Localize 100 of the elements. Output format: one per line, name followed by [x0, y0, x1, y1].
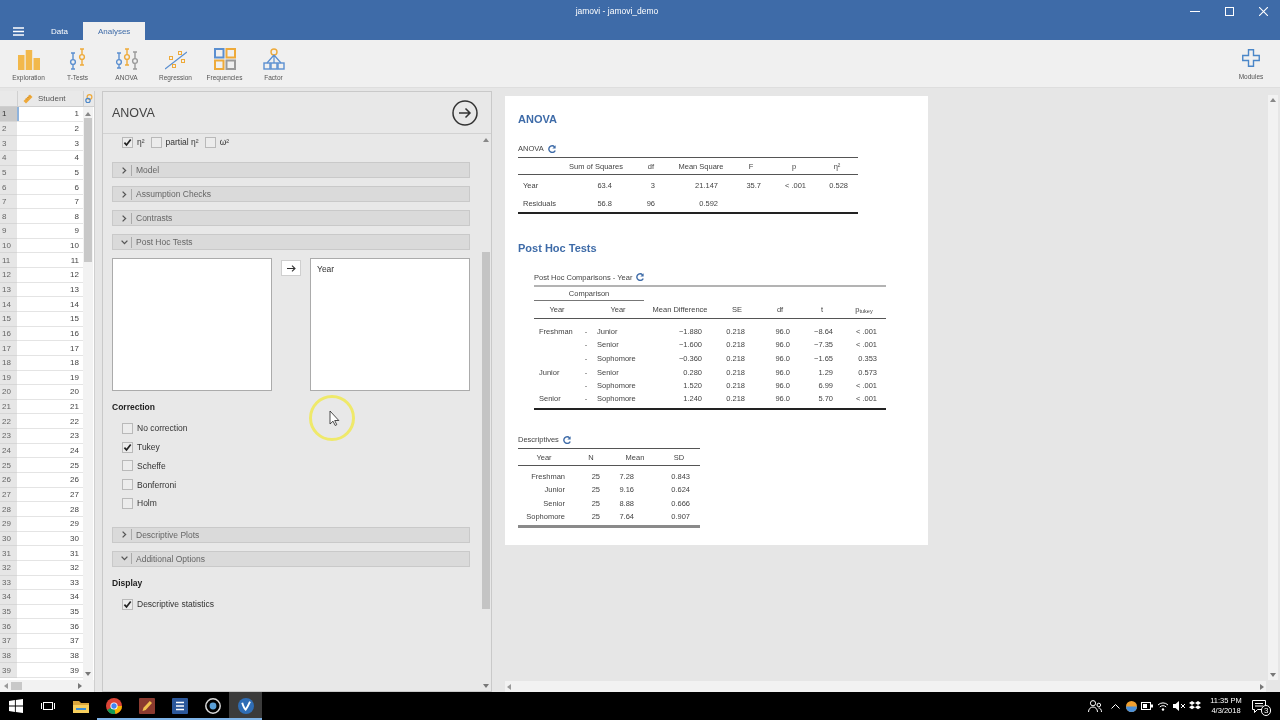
- checkbox[interactable]: [122, 479, 133, 491]
- checkbox[interactable]: [122, 598, 133, 610]
- vertical-scrollbar[interactable]: [83, 107, 93, 680]
- notification-button[interactable]: 3: [1244, 692, 1274, 720]
- window-title: jamovi - jamovi_demo: [575, 6, 659, 16]
- caret-up-icon[interactable]: [1110, 703, 1120, 709]
- scroll-right-icon[interactable]: [78, 683, 82, 689]
- speaker-muted-icon[interactable]: [1173, 701, 1185, 711]
- checkbox[interactable]: [122, 422, 133, 434]
- row-number[interactable]: 14: [0, 297, 17, 312]
- row-number[interactable]: 25: [0, 458, 17, 473]
- checkbox[interactable]: [150, 136, 162, 148]
- row-number[interactable]: 9: [0, 224, 17, 239]
- scatter-line-icon: [164, 48, 187, 70]
- color-ball-icon[interactable]: [1125, 700, 1137, 712]
- row-number[interactable]: 39: [0, 663, 17, 678]
- diamond-logo-icon[interactable]: [1189, 701, 1201, 711]
- checkbox[interactable]: [122, 136, 133, 148]
- group-heading: Correction: [112, 402, 155, 413]
- row-number[interactable]: 12: [0, 268, 17, 283]
- document-icon: [171, 698, 188, 714]
- error-bars-icon: [115, 48, 138, 70]
- row-number[interactable]: 20: [0, 385, 17, 400]
- row-number[interactable]: 23: [0, 429, 17, 444]
- scroll-up-icon[interactable]: [1270, 98, 1276, 102]
- close-icon: [1258, 6, 1268, 16]
- people-icon[interactable]: [1087, 700, 1102, 712]
- scroll-up-icon[interactable]: [483, 138, 489, 142]
- scroll-up-icon[interactable]: [85, 112, 91, 116]
- row-number[interactable]: 26: [0, 473, 17, 488]
- section-header[interactable]: Assumption Checks: [112, 186, 470, 202]
- results-heading: ANOVA: [518, 113, 557, 126]
- plus-icon: [1242, 49, 1260, 67]
- tree-icon: [262, 48, 285, 70]
- horizontal-scrollbar[interactable]: [0, 680, 94, 692]
- section-header[interactable]: Additional Options: [112, 550, 470, 567]
- refresh-icon: [562, 435, 571, 444]
- taskbar-app[interactable]: [229, 692, 262, 720]
- scroll-left-icon[interactable]: [4, 683, 8, 689]
- bar-chart-icon: [17, 48, 40, 70]
- checkbox[interactable]: [204, 136, 216, 148]
- arrow-circle-icon[interactable]: [452, 99, 478, 126]
- start-icon: [8, 699, 23, 713]
- option-label: Bonferroni: [137, 479, 177, 490]
- refresh-icon: [636, 273, 645, 281]
- scroll-thumb[interactable]: [482, 252, 490, 609]
- tab[interactable]: Data: [36, 22, 83, 40]
- checkbox[interactable]: [122, 497, 133, 509]
- row-number[interactable]: 28: [0, 502, 17, 517]
- row-number[interactable]: 11: [0, 253, 17, 269]
- scroll-left-icon[interactable]: [507, 683, 511, 690]
- row-number[interactable]: 22: [0, 414, 17, 430]
- menu-icon: [12, 26, 24, 36]
- scroll-right-icon[interactable]: [1260, 683, 1264, 690]
- section-header[interactable]: Model: [112, 162, 470, 178]
- option-label: partial η²: [165, 137, 199, 147]
- option-label: Holm: [137, 498, 157, 509]
- section-header[interactable]: Descriptive Plots: [112, 526, 470, 543]
- battery-icon[interactable]: [1141, 702, 1153, 710]
- row-number[interactable]: 3: [0, 136, 17, 151]
- option-label: Tukey: [137, 442, 160, 453]
- row-number[interactable]: 31: [0, 546, 17, 561]
- scroll-down-icon[interactable]: [1270, 673, 1276, 677]
- swoosh-logo-icon: [237, 698, 254, 714]
- row-number[interactable]: 36: [0, 619, 17, 635]
- checkbox[interactable]: [122, 460, 133, 472]
- scroll-thumb[interactable]: [84, 118, 92, 262]
- vertical-scrollbar[interactable]: [1268, 95, 1278, 680]
- variable-list[interactable]: Year: [310, 258, 470, 391]
- tab[interactable]: Analyses: [82, 22, 146, 40]
- row-number[interactable]: 8: [0, 209, 17, 225]
- row-number[interactable]: 1: [0, 107, 17, 122]
- maximize-icon: [1224, 6, 1234, 16]
- refresh-icon: [547, 144, 556, 153]
- mouse-pointer-icon: [309, 395, 355, 441]
- section-header[interactable]: Post Hoc Tests: [112, 234, 470, 250]
- wifi-icon[interactable]: [1157, 701, 1169, 711]
- row-number[interactable]: 34: [0, 590, 17, 605]
- column-header[interactable]: [83, 91, 94, 106]
- folder-icon: [72, 699, 89, 713]
- move-button[interactable]: [281, 260, 301, 276]
- scroll-down-icon[interactable]: [85, 672, 91, 676]
- row-number[interactable]: 37: [0, 634, 17, 649]
- scroll-down-icon[interactable]: [483, 684, 489, 688]
- minimize-icon: [1190, 10, 1200, 12]
- circles-icon: [85, 94, 94, 103]
- scroll-thumb[interactable]: [11, 682, 22, 690]
- panel-title: ANOVA: [112, 105, 155, 120]
- checkbox[interactable]: [122, 441, 133, 453]
- option-label: η²: [137, 137, 145, 147]
- section-header[interactable]: Contrasts: [112, 210, 470, 226]
- horizontal-scrollbar[interactable]: [505, 681, 1266, 692]
- list-item[interactable]: Year: [317, 264, 335, 274]
- row-number[interactable]: 6: [0, 180, 17, 195]
- notification-count: 3: [1261, 705, 1272, 716]
- option-label: ω²: [219, 137, 230, 147]
- variable-list[interactable]: [112, 258, 272, 391]
- arrow-right-icon: [286, 264, 296, 272]
- row-number[interactable]: 17: [0, 341, 17, 356]
- ring-app-icon: [204, 698, 221, 714]
